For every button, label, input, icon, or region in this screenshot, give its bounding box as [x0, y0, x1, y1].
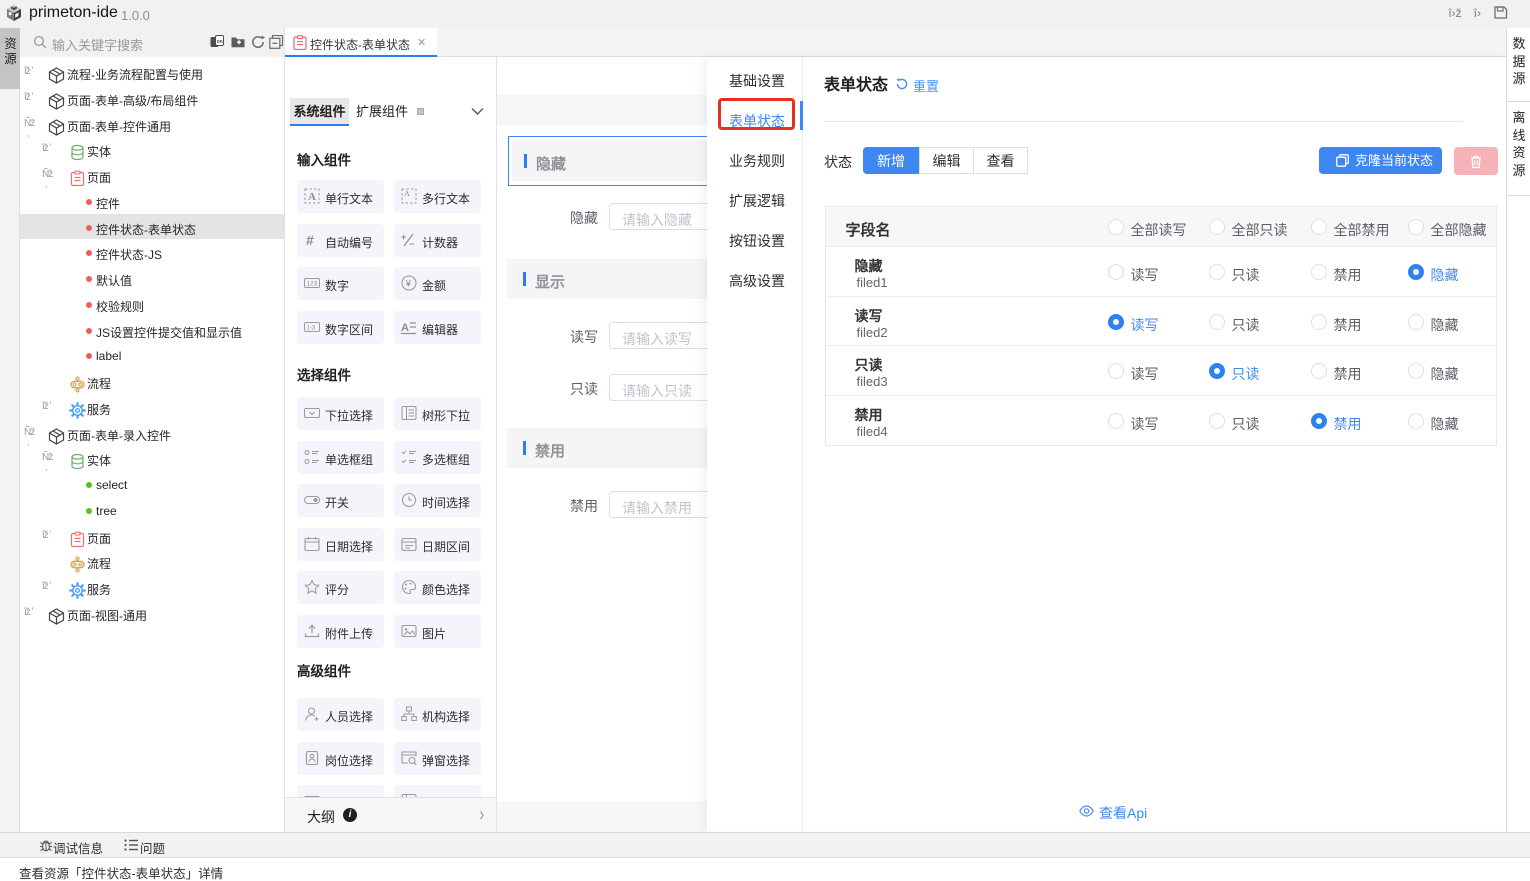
- svg-text:+: +: [401, 232, 406, 242]
- svg-text:A: A: [308, 191, 316, 203]
- svg-text:#: #: [306, 232, 314, 248]
- svg-text:A: A: [404, 189, 410, 198]
- svg-text:1-3: 1-3: [307, 325, 316, 331]
- svg-text:−: −: [409, 239, 414, 248]
- svg-text:¥: ¥: [405, 279, 412, 290]
- svg-text:123: 123: [307, 281, 318, 288]
- svg-text:on: on: [217, 39, 223, 45]
- svg-text:A: A: [401, 322, 409, 334]
